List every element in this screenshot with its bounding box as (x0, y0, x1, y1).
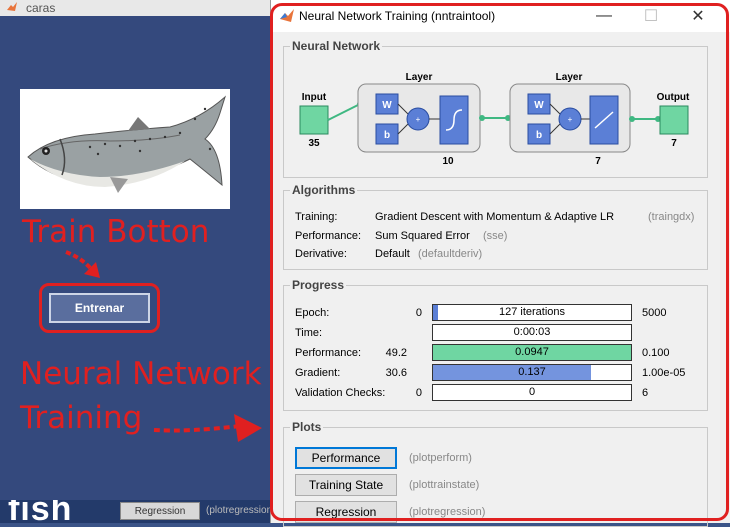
annotation-nn-line2: Training (20, 400, 143, 436)
layer1-label: Layer (406, 72, 433, 83)
caras-title: caras (26, 1, 56, 15)
layer2-size: 7 (595, 156, 601, 167)
progress-time-label: Time: (295, 327, 323, 339)
progress-validation-min: 0 (415, 387, 422, 399)
output-label: Output (657, 92, 690, 103)
progress-epoch-bar: 127 iterations (432, 304, 632, 321)
matlab-logo-icon (280, 9, 294, 22)
layer1-size: 10 (442, 156, 454, 167)
progress-epoch-max: 5000 (642, 307, 667, 319)
caras-titlebar: caras (0, 0, 270, 16)
progress-performance-text: 0.0947 (515, 346, 549, 358)
network-diagram: Input 35 Layer W b + 10 Layer W b + 7 Ou… (299, 72, 690, 167)
input-label: Input (302, 92, 327, 103)
layer2-label: Layer (556, 72, 583, 83)
algo-training-label: Training: (295, 211, 338, 223)
output-block (659, 105, 689, 135)
algo-training-value: Gradient Descent with Momentum & Adaptiv… (375, 211, 615, 223)
progress-gradient-label: Gradient: (295, 367, 341, 379)
algo-performance-label: Performance: (295, 230, 362, 242)
progress-validation-bar: 0 (432, 384, 632, 401)
progress-validation-text: 0 (528, 386, 536, 398)
close-button[interactable]: ✕ (683, 6, 713, 26)
svg-text:b: b (536, 130, 542, 141)
svg-text:b: b (384, 130, 390, 141)
plot-performance-fn: (plotperform) (409, 452, 472, 464)
algorithms-title: Algorithms (290, 183, 358, 197)
background-regression-fn: (plotregression) (206, 505, 276, 516)
progress-gradient-bar: 0.137 (432, 364, 632, 381)
algo-performance-value: Sum Squared Error (375, 230, 470, 242)
progress-time-text: 0:00:03 (513, 326, 551, 338)
plot-training-state-button[interactable]: Training State (295, 474, 397, 496)
svg-text:+: + (568, 115, 573, 124)
output-size: 7 (671, 138, 677, 149)
annotation-train-button: Train Botton (22, 214, 210, 250)
annotation-arrow-down-icon (65, 250, 100, 278)
progress-performance-bar: 0.0947 (432, 344, 632, 361)
progress-performance-max: 0.100 (642, 347, 670, 359)
progress-gradient-text: 0.137 (518, 366, 546, 378)
algo-derivative-label: Derivative: (295, 248, 347, 260)
progress-validation-max: 6 (642, 387, 649, 399)
progress-time-bar: 0:00:03 (432, 324, 632, 341)
nntraintool-titlebar: Neural Network Training (nntraintool) — … (271, 0, 730, 32)
algo-training-fn: (traingdx) (648, 211, 695, 223)
maximize-button[interactable]: ☐ (636, 6, 666, 26)
annotation-arrow-right-icon (153, 414, 262, 442)
caras-app-window: caras Train Botton Entrenar Neural Netwo… (0, 0, 275, 523)
plot-training-state-fn: (plottrainstate) (409, 479, 480, 491)
algo-derivative-value: Default (375, 248, 410, 260)
entrenar-button[interactable]: Entrenar (49, 293, 150, 323)
algo-performance-fn: (sse) (483, 230, 508, 242)
background-regression-button: Regression (120, 502, 200, 520)
plot-regression-fn: (plotregression) (409, 506, 486, 518)
progress-epoch-label: Epoch: (295, 307, 330, 319)
plot-regression-button[interactable]: Regression (295, 501, 397, 523)
neural-network-title: Neural Network (290, 39, 383, 53)
annotation-nn-line1: Neural Network (20, 356, 262, 392)
plots-title: Plots (290, 420, 324, 434)
window-title: Neural Network Training (nntraintool) (299, 9, 496, 23)
progress-gradient-min: 30.6 (385, 367, 407, 379)
progress-performance-min: 49.2 (385, 347, 407, 359)
progress-title: Progress (290, 278, 347, 292)
progress-gradient-max: 1.00e-05 (642, 367, 686, 379)
background-logo-text: fish (8, 500, 73, 523)
svg-text:W: W (534, 100, 544, 111)
input-block (299, 105, 329, 135)
svg-text:+: + (416, 115, 421, 124)
progress-epoch-text: 127 iterations (498, 306, 566, 318)
input-size: 35 (308, 138, 320, 149)
minimize-button[interactable]: — (589, 6, 619, 26)
plot-performance-button[interactable]: Performance (295, 447, 397, 469)
svg-text:W: W (382, 100, 392, 111)
fish-image (20, 89, 230, 209)
matlab-icon (7, 2, 17, 11)
algo-derivative-fn: (defaultderiv) (418, 248, 483, 260)
progress-epoch-min: 0 (415, 307, 422, 319)
